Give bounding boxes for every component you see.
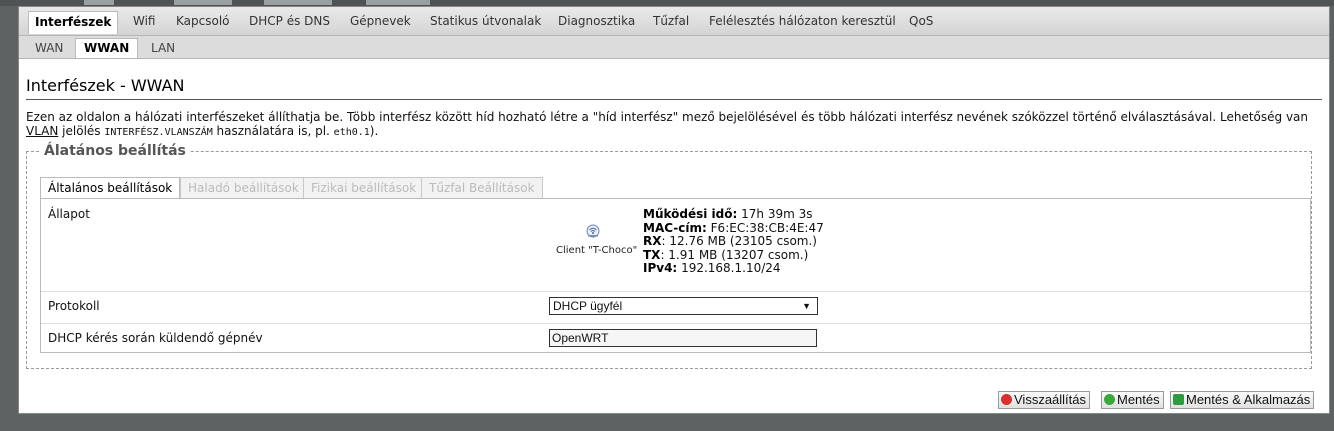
desc-code: INTERFÉSZ.VLANSZÁM: [104, 127, 213, 138]
tab-interfaces[interactable]: Interfészek: [28, 11, 119, 34]
protocol-select[interactable]: DHCP ügyfél ▼: [549, 297, 818, 315]
protocol-label: Protokoll: [48, 299, 100, 313]
wireless-client-label: Client "T-Choco": [556, 245, 638, 256]
mac-label: MAC-cím:: [643, 220, 707, 235]
fieldset-legend: Álatános beállítás: [41, 143, 189, 159]
status-label: Állapot: [48, 207, 90, 221]
desc-text: Ezen az oldalon a hálózati interfészeket…: [26, 110, 1309, 124]
tab-wifi[interactable]: Wifi: [133, 14, 156, 28]
tab-lan[interactable]: LAN: [151, 41, 175, 55]
tab-hostnames[interactable]: Gépnevek: [350, 14, 411, 28]
rx-value: : 12.76 MB (23105 csom.): [661, 234, 817, 248]
title-divider: [26, 99, 1322, 100]
rx-label: RX: [643, 234, 662, 248]
desc-text: használatára is, pl.: [212, 124, 334, 138]
tab-switch[interactable]: Kapcsoló: [176, 14, 230, 28]
dropdown-arrow-icon: ▼: [802, 301, 811, 311]
uptime-value: 17h 39m 3s: [741, 207, 813, 221]
tab-firewall-settings[interactable]: Tűzfal Beállítások: [421, 177, 543, 198]
reset-icon: [1001, 394, 1012, 405]
interface-tabs: WAN WWAN LAN: [19, 36, 1329, 59]
uptime-label: Működési idő:: [643, 207, 738, 221]
tab-firewall[interactable]: Tűzfal: [653, 14, 689, 28]
desc-text: jelölés: [58, 124, 105, 138]
row-divider: [41, 291, 1310, 292]
tab-diagnostics[interactable]: Diagnosztika: [558, 14, 635, 28]
action-buttons: Visszaállítás Mentés Mentés & Alkalmazás: [993, 391, 1323, 409]
row-divider: [41, 323, 1310, 324]
main-menu-tabs: Interfészek Wifi Kapcsoló DHCP és DNS Gé…: [19, 7, 1329, 36]
tab-qos[interactable]: QoS: [909, 14, 933, 28]
reset-label: Visszaállítás: [1014, 392, 1087, 407]
main-panel: Interfészek Wifi Kapcsoló DHCP és DNS Gé…: [18, 6, 1330, 414]
general-settings-fieldset: Álatános beállítás Általános beállítások…: [26, 143, 1312, 369]
page-title: Interfészek - WWAN: [26, 76, 185, 95]
page-description: Ezen az oldalon a hálózati interfészeket…: [26, 110, 1322, 140]
save-apply-label: Mentés & Alkalmazás: [1186, 392, 1311, 407]
save-button[interactable]: Mentés: [1101, 391, 1164, 409]
ipv4-value: 192.168.1.10/24: [681, 261, 781, 275]
apply-icon: [1173, 394, 1184, 405]
tab-dhcp-dns[interactable]: DHCP és DNS: [249, 14, 330, 28]
vlan-abbr: VLAN: [26, 124, 59, 138]
tx-value: : 1.91 MB (13207 csom.): [660, 247, 809, 262]
reset-button[interactable]: Visszaállítás: [998, 391, 1091, 409]
checkmark-icon: [1104, 394, 1115, 405]
desc-text: ).: [369, 124, 379, 138]
settings-table: Állapot Client "T-Choco" Működési idő: 1…: [40, 198, 1311, 353]
tx-label: TX: [643, 247, 661, 262]
wireless-signal-icon: [586, 224, 600, 238]
save-label: Mentés: [1117, 392, 1160, 407]
protocol-selected-value: DHCP ügyfél: [553, 299, 623, 313]
tab-advanced-settings[interactable]: Haladó beállítások: [180, 177, 307, 198]
tab-wwan[interactable]: WWAN: [75, 38, 139, 58]
interface-status-info: Működési idő: 17h 39m 3s MAC-cím: F6:EC:…: [643, 207, 824, 276]
hostname-label: DHCP kérés során küldendő gépnév: [48, 331, 263, 345]
tab-wan[interactable]: WAN: [35, 41, 63, 55]
desc-code: eth0.1: [333, 127, 370, 138]
mac-value: F6:EC:38:CB:4E:47: [710, 220, 824, 235]
tab-static-routes[interactable]: Statikus útvonalak: [430, 14, 541, 28]
hostname-input[interactable]: OpenWRT: [549, 329, 817, 347]
save-apply-button[interactable]: Mentés & Alkalmazás: [1170, 391, 1315, 409]
tab-wake-on-lan[interactable]: Felélesztés hálózaton keresztül: [709, 14, 896, 28]
tab-physical-settings[interactable]: Fizikai beállítások: [303, 177, 425, 198]
tab-general-settings[interactable]: Általános beállítások: [40, 177, 181, 198]
ipv4-label: IPv4:: [643, 261, 678, 275]
